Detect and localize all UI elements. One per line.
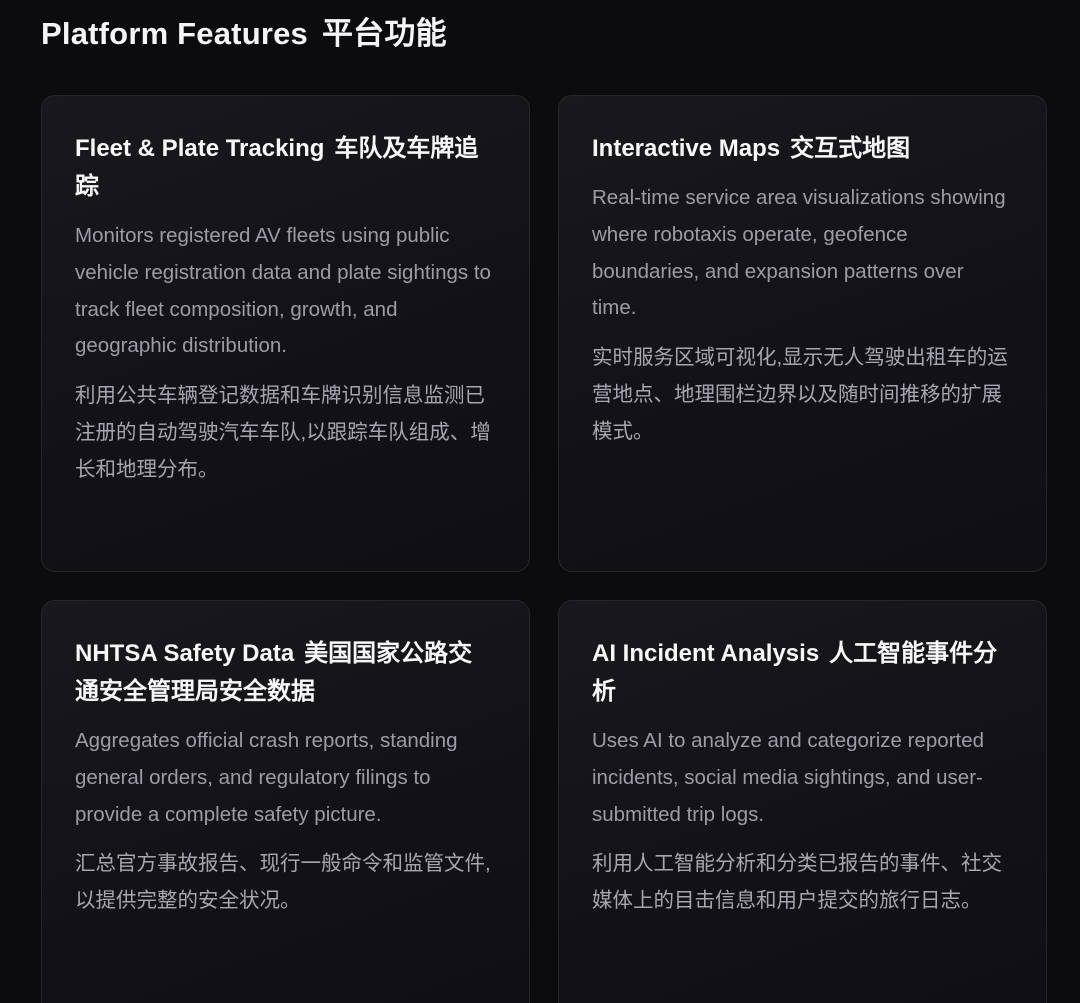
card-description-zh: 利用公共车辆登记数据和车牌识别信息监测已注册的自动驾驶汽车车队,以跟踪车队组成、…: [75, 384, 491, 482]
feature-card-ai-incident-analysis: AI Incident Analysis 人工智能事件分析 Uses AI to …: [558, 600, 1047, 1003]
section-title-en: Platform Features: [41, 16, 308, 51]
card-title-zh: 交互式地图: [790, 135, 911, 162]
card-title: Interactive Maps 交互式地图: [592, 130, 1013, 168]
card-title: Fleet & Plate Tracking 车队及车牌追踪: [75, 130, 496, 206]
card-description-en: Uses AI to analyze and categorize report…: [592, 729, 985, 826]
card-description-en: Aggregates official crash reports, stand…: [75, 729, 458, 826]
features-grid: Fleet & Plate Tracking 车队及车牌追踪 Monitors r…: [41, 95, 1047, 1003]
feature-card-interactive-maps: Interactive Maps 交互式地图 Real-time service …: [558, 95, 1047, 572]
section-title: Platform Features 平台功能: [41, 12, 447, 56]
card-description-zh: 汇总官方事故报告、现行一般命令和监管文件,以提供完整的安全状况。: [75, 852, 491, 913]
card-title: AI Incident Analysis 人工智能事件分析: [592, 635, 1013, 711]
card-description-en: Real-time service area visualizations sh…: [592, 186, 1006, 320]
card-title-en: Interactive Maps: [592, 135, 781, 162]
card-title: NHTSA Safety Data 美国国家公路交通安全管理局安全数据: [75, 635, 496, 711]
card-title-en: Fleet & Plate Tracking: [75, 135, 325, 162]
card-description-zh: 利用人工智能分析和分类已报告的事件、社交媒体上的目击信息和用户提交的旅行日志。: [592, 852, 1002, 913]
card-title-en: AI Incident Analysis: [592, 640, 820, 667]
card-description-en: Monitors registered AV fleets using publ…: [75, 224, 491, 358]
card-title-en: NHTSA Safety Data: [75, 640, 295, 667]
card-description-zh: 实时服务区域可视化,显示无人驾驶出租车的运营地点、地理围栏边界以及随时间推移的扩…: [592, 346, 1008, 444]
feature-card-fleet-tracking: Fleet & Plate Tracking 车队及车牌追踪 Monitors r…: [41, 95, 530, 572]
section-title-zh: 平台功能: [321, 16, 447, 51]
feature-card-nhtsa-safety: NHTSA Safety Data 美国国家公路交通安全管理局安全数据 Aggre…: [41, 600, 530, 1003]
